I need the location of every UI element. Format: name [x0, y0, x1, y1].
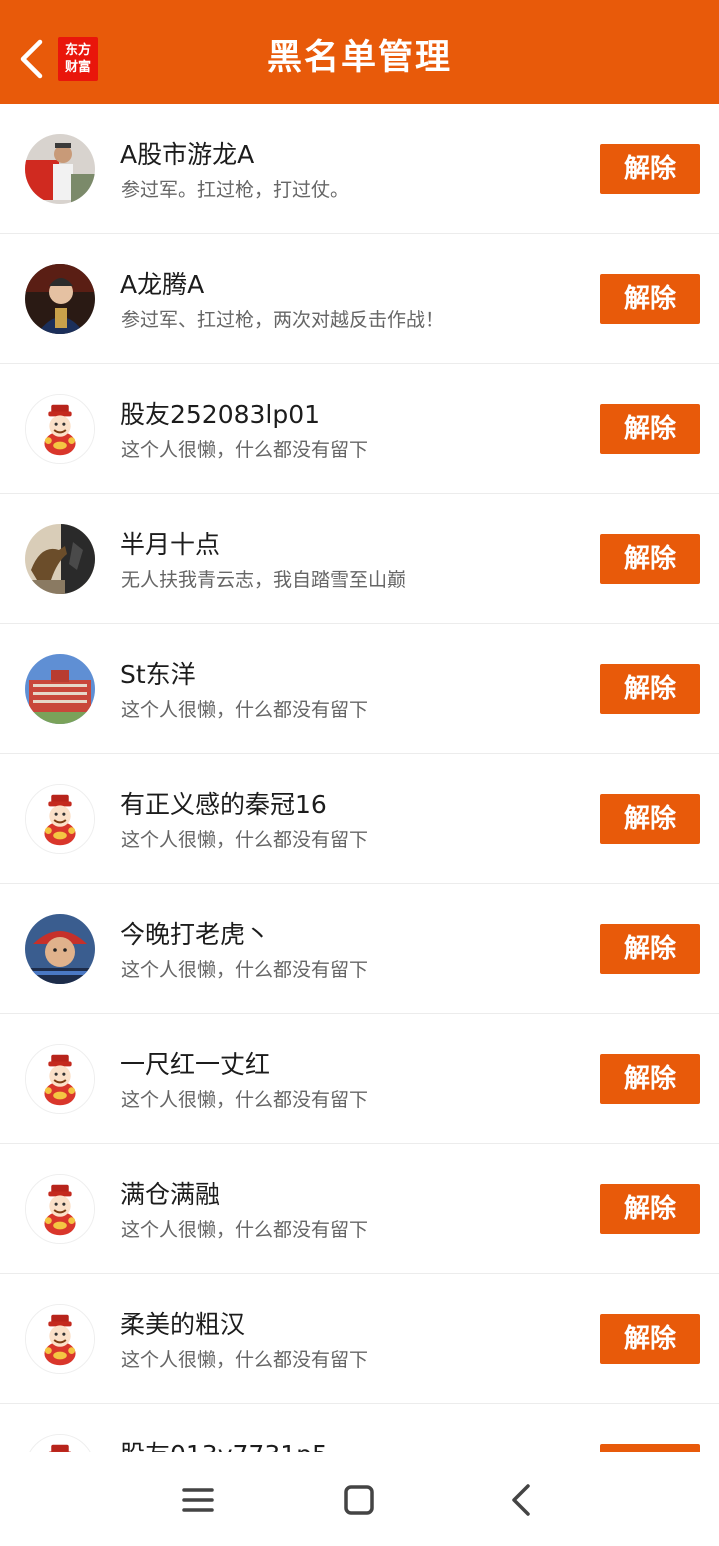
- user-name[interactable]: 今晚打老虎丶: [120, 918, 270, 952]
- user-signature: 这个人很懒，什么都没有留下: [121, 959, 369, 981]
- avatar[interactable]: [25, 394, 95, 464]
- unblock-button[interactable]: 解除: [600, 1054, 700, 1104]
- blacklist-row: 满仓满融这个人很懒，什么都没有留下 解除: [0, 1144, 719, 1274]
- avatar[interactable]: [25, 524, 95, 594]
- blacklist-row: A龙腾A 参过军、扛过枪，两次对越反击作战！ 解除: [0, 234, 719, 364]
- user-signature: 这个人很懒，什么都没有留下: [121, 829, 369, 851]
- user-signature: 这个人很懒，什么都没有留下: [121, 1089, 369, 1111]
- user-signature: 参过军。扛过枪，打过仗。: [121, 179, 350, 201]
- user-name[interactable]: 股友013v7731p5: [120, 1438, 328, 1452]
- menu-button[interactable]: [168, 1472, 228, 1528]
- blacklist-list: A股市游龙A 参过军。扛过枪，打过仗。 解除 A龙腾A 参过军、扛过枪，两次对越反击作战…: [0, 104, 719, 1452]
- system-back-button[interactable]: [491, 1472, 551, 1528]
- blacklist-row: A股市游龙A 参过军。扛过枪，打过仗。 解除: [0, 104, 719, 234]
- user-name[interactable]: 满仓满融: [120, 1178, 220, 1212]
- unblock-button[interactable]: 解除: [600, 1444, 700, 1452]
- unblock-button[interactable]: 解除: [600, 1314, 700, 1364]
- user-name[interactable]: 半月十点: [120, 528, 220, 562]
- blacklist-row: 柔美的粗汉这个人很懒，什么都没有留下 解除: [0, 1274, 719, 1404]
- unblock-button[interactable]: 解除: [600, 534, 700, 584]
- avatar[interactable]: [25, 654, 95, 724]
- blacklist-row: 股友013v7731p5 解除: [0, 1404, 719, 1452]
- blacklist-row: 一尺红一丈红这个人很懒，什么都没有留下 解除: [0, 1014, 719, 1144]
- user-signature: 无人扶我青云志，我自踏雪至山巅: [121, 569, 407, 591]
- back-chevron-icon: [512, 1484, 530, 1516]
- avatar[interactable]: [25, 1434, 95, 1452]
- page-title: 黑名单管理: [266, 38, 452, 78]
- app-header: 东方 财富 黑名单管理: [0, 0, 719, 104]
- unblock-button[interactable]: 解除: [600, 1184, 700, 1234]
- menu-icon: [182, 1488, 214, 1512]
- user-signature: 这个人很懒，什么都没有留下: [121, 699, 369, 721]
- blacklist-row: St东洋这个人很懒，什么都没有留下 解除: [0, 624, 719, 754]
- blacklist-row: 今晚打老虎丶这个人很懒，什么都没有留下 解除: [0, 884, 719, 1014]
- unblock-button[interactable]: 解除: [600, 664, 700, 714]
- user-name[interactable]: A龙腾A: [120, 268, 204, 302]
- home-square-icon: [344, 1485, 374, 1515]
- unblock-button[interactable]: 解除: [600, 144, 700, 194]
- avatar[interactable]: [25, 1174, 95, 1244]
- avatar[interactable]: [25, 784, 95, 854]
- avatar[interactable]: [25, 914, 95, 984]
- user-signature: 这个人很懒，什么都没有留下: [121, 1219, 369, 1241]
- avatar[interactable]: [25, 1044, 95, 1114]
- system-nav-bar: [0, 1452, 719, 1546]
- blacklist-row: 有正义感的秦冠16 这个人很懒，什么都没有留下 解除: [0, 754, 719, 884]
- user-signature: 这个人很懒，什么都没有留下: [121, 1349, 369, 1371]
- user-name[interactable]: 柔美的粗汉: [120, 1308, 245, 1342]
- user-name[interactable]: 一尺红一丈红: [120, 1048, 270, 1082]
- user-signature: 参过军、扛过枪，两次对越反击作战！: [121, 309, 445, 331]
- user-name[interactable]: 股友252083lp01: [120, 398, 320, 432]
- user-name[interactable]: St东洋: [120, 658, 196, 692]
- blacklist-row: 股友252083lp01 这个人很懒，什么都没有留下 解除: [0, 364, 719, 494]
- user-signature: 这个人很懒，什么都没有留下: [121, 439, 369, 461]
- unblock-button[interactable]: 解除: [600, 274, 700, 324]
- avatar[interactable]: [25, 1304, 95, 1374]
- unblock-button[interactable]: 解除: [600, 794, 700, 844]
- user-name[interactable]: A股市游龙A: [120, 138, 254, 172]
- unblock-button[interactable]: 解除: [600, 924, 700, 974]
- avatar[interactable]: [25, 264, 95, 334]
- avatar[interactable]: [25, 134, 95, 204]
- user-name[interactable]: 有正义感的秦冠16: [120, 788, 327, 822]
- home-button[interactable]: [329, 1472, 389, 1528]
- blacklist-row: 半月十点无人扶我青云志，我自踏雪至山巅 解除: [0, 494, 719, 624]
- unblock-button[interactable]: 解除: [600, 404, 700, 454]
